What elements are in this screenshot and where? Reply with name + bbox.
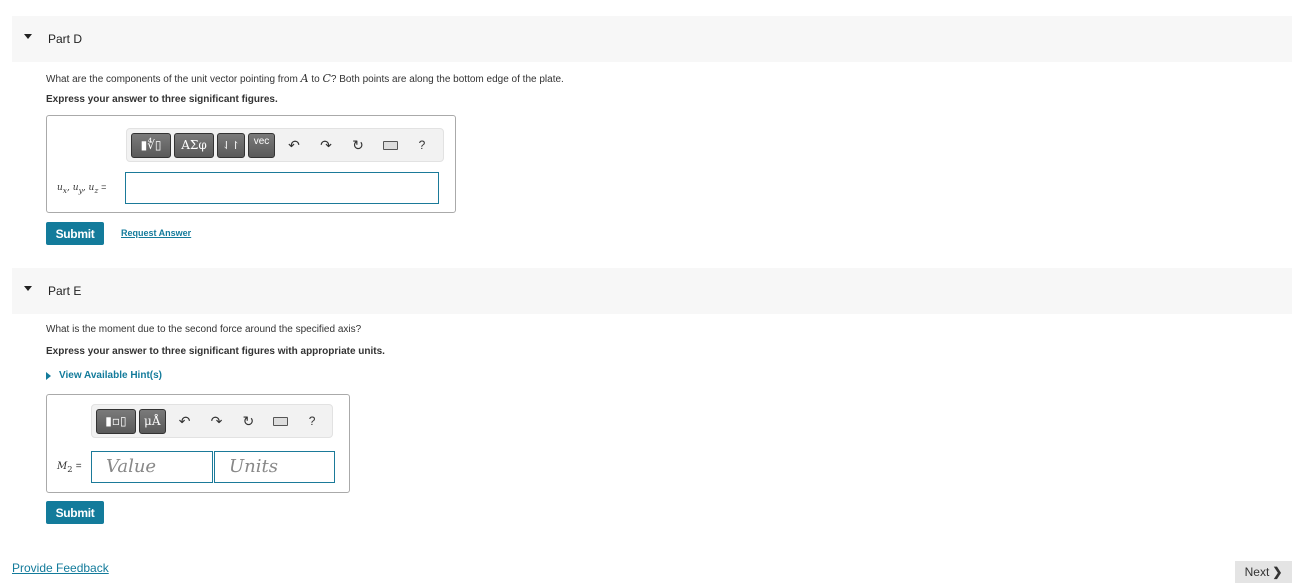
templates-button[interactable]: ▮∜▯ [131,132,171,158]
math-toolbar: ▮∜▯ ΑΣφ ⇃↾ vec ↶ ↷ ↻ ? [126,128,444,162]
help-button[interactable]: ? [406,133,438,158]
sub-2: 2 [67,464,73,474]
unit-vector-input[interactable] [125,172,439,204]
value-input[interactable]: Value [91,451,213,483]
redo-icon[interactable]: ↷ [310,133,342,158]
templates-button[interactable]: ▮▫▯ [96,408,136,434]
sort-button[interactable]: ⇃↾ [217,132,245,158]
part-e-question: What is the moment due to the second for… [46,324,362,335]
caret-down-icon[interactable] [24,286,32,291]
chevron-right-icon: ❯ [1272,565,1283,579]
question-text: to [308,74,323,85]
request-answer-link[interactable]: Request Answer [121,228,191,238]
greek-symbols-button[interactable]: ΑΣφ [174,132,214,158]
part-e-title: Part E [48,284,82,298]
math-toolbar: ▮▫▯ μÅ ↶ ↷ ↻ ? [91,404,333,438]
part-e-answer-box: ▮▫▯ μÅ ↶ ↷ ↻ ? M2 = Value Units [46,394,350,493]
part-d-instruction: Express your answer to three significant… [46,94,278,105]
part-d-question: What are the components of the unit vect… [46,72,564,85]
question-text: ? Both points are along the bottom edge … [330,74,564,85]
part-d-title: Part D [48,32,83,46]
vector-button[interactable]: vec [248,132,275,158]
part-e-instruction: Express your answer to three significant… [46,346,385,357]
next-button[interactable]: Next ❯ [1235,561,1292,583]
unit-vector-label: ux, uy, uz = [57,182,107,195]
reset-icon[interactable]: ↻ [342,133,374,158]
next-label: Next [1244,565,1270,579]
reset-icon[interactable]: ↻ [232,409,264,434]
keyboard-glyph [272,416,288,426]
moment-label: M2 = [57,461,82,474]
sub-x: x [62,185,68,195]
value-placeholder: Value [106,456,157,477]
caret-right-icon [46,371,51,380]
view-hints-toggle[interactable]: View Available Hint(s) [46,370,162,381]
point-a: A [300,72,309,85]
keyboard-icon[interactable] [264,409,296,434]
point-c: C [322,72,331,85]
keyboard-icon[interactable] [374,133,406,158]
question-text: What are the components of the unit vect… [46,74,301,85]
part-e-submit-button[interactable]: Submit [46,501,104,524]
part-d-answer-box: ▮∜▯ ΑΣφ ⇃↾ vec ↶ ↷ ↻ ? ux, uy, uz = [46,115,456,213]
redo-icon[interactable]: ↷ [201,409,233,434]
undo-icon[interactable]: ↶ [278,133,310,158]
part-e-header[interactable]: Part E [12,268,1292,314]
caret-down-icon[interactable] [24,34,32,39]
part-d-header[interactable]: Part D [12,16,1292,62]
sub-z: z [94,185,99,195]
units-input[interactable]: Units [214,451,335,483]
sub-y: y [78,185,83,195]
units-placeholder: Units [229,456,278,477]
keyboard-glyph [382,140,398,150]
undo-icon[interactable]: ↶ [169,409,201,434]
part-d-submit-button[interactable]: Submit [46,222,104,245]
units-button[interactable]: μÅ [138,408,166,434]
view-hints-label[interactable]: View Available Hint(s) [59,370,162,381]
help-button[interactable]: ? [296,409,328,434]
var-m: M [57,461,68,472]
provide-feedback-link[interactable]: Provide Feedback [12,561,109,575]
